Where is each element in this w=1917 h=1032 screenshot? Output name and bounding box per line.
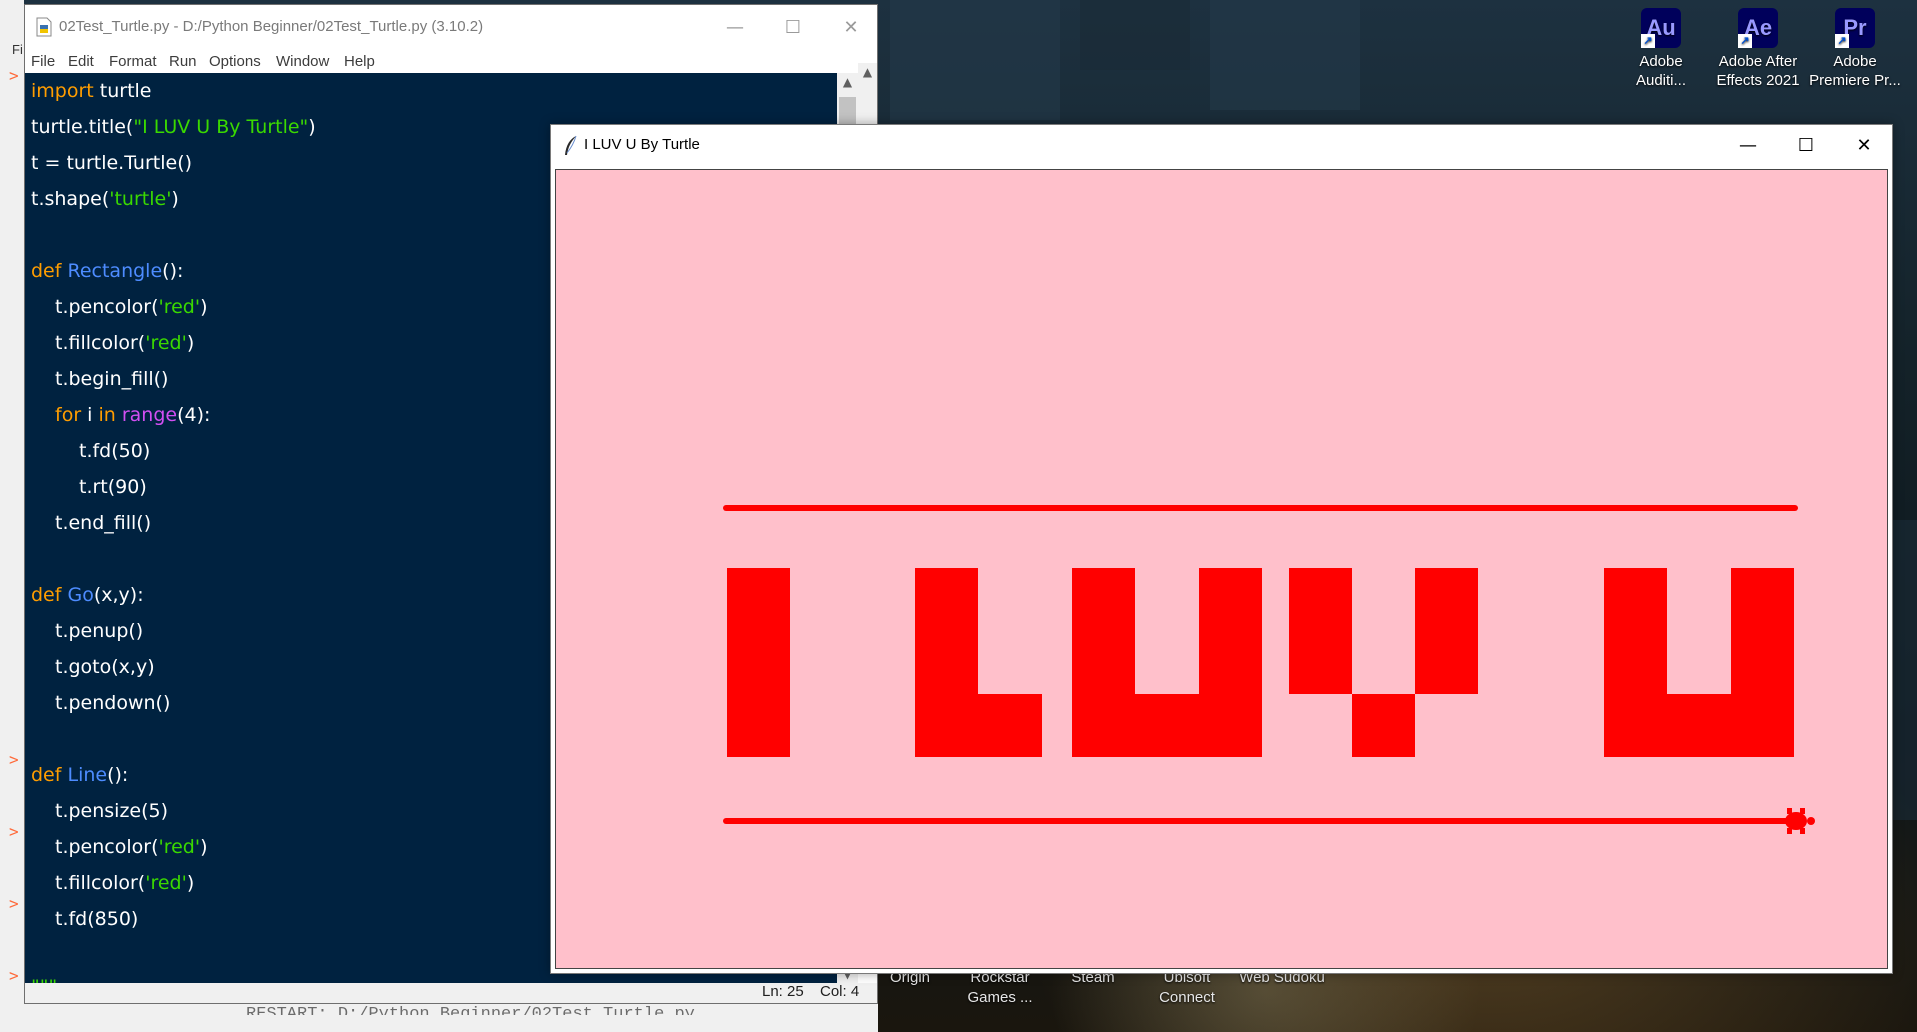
desktop-icon-audition[interactable]: Au ↗ Adobe Auditi... — [1618, 0, 1704, 90]
code-line: t.pencolor('red') — [55, 836, 208, 858]
desktop-icon-label: Effects 2021 — [1716, 72, 1800, 89]
code-line: t.fillcolor('red') — [55, 872, 195, 894]
python-file-icon — [36, 17, 52, 37]
code-line: t.fd(50) — [79, 440, 151, 462]
shortcut-arrow-icon: ↗ — [1641, 34, 1655, 48]
shell-prompt-marker: > — [9, 894, 19, 913]
background-building — [1080, 0, 1190, 70]
letter-u-block — [1135, 694, 1199, 757]
shell-prompt-marker: > — [9, 750, 19, 769]
code-line: t.begin_fill() — [55, 368, 169, 390]
scroll-up-arrow-icon[interactable]: ▲ — [837, 75, 858, 89]
shell-prompt-marker: > — [9, 822, 19, 841]
letter-u-block — [1199, 568, 1262, 757]
letter-u-block — [1604, 568, 1667, 757]
menu-options[interactable]: Options — [209, 53, 261, 70]
premiere-app-icon: Pr ↗ — [1835, 8, 1875, 48]
desktop-icon-label: Auditi... — [1635, 72, 1687, 89]
letter-u-block — [1072, 568, 1135, 757]
turtle-title-bar[interactable]: I LUV U By Turtle — ☐ ✕ — [551, 125, 1892, 167]
editor-title-text: 02Test_Turtle.py - D:/Python Beginner/02… — [59, 18, 484, 35]
menu-run[interactable]: Run — [169, 53, 197, 70]
desktop-icon-premiere[interactable]: Pr ↗ Adobe Premiere Pr... — [1806, 0, 1904, 90]
turtle-cursor-icon — [1779, 808, 1815, 834]
menu-file[interactable]: File — [31, 53, 55, 70]
line-number-indicator: Ln: 25 — [762, 983, 804, 1000]
letter-v-block — [1289, 568, 1352, 694]
shell-window-edge: Fi > > > > > — [0, 0, 24, 1032]
code-line: for i in range(4): — [55, 404, 211, 426]
column-number-indicator: Col: 4 — [820, 983, 860, 1000]
letter-u-block — [1667, 694, 1731, 757]
code-line: t.fillcolor('red') — [55, 332, 195, 354]
desktop-shortcut-ubisoft[interactable]: Ubisoft Connect — [1150, 968, 1224, 1008]
shell-menu-fragment: Fi — [12, 42, 23, 57]
code-line: def Go(x,y): — [31, 584, 144, 606]
shortcut-arrow-icon: ↗ — [1835, 34, 1849, 48]
editor-title-bar[interactable]: 02Test_Turtle.py - D:/Python Beginner/02… — [25, 5, 877, 51]
code-line: t = turtle.Turtle() — [31, 152, 193, 174]
code-line: t.pencolor('red') — [55, 296, 208, 318]
turtle-drawing-canvas[interactable] — [555, 169, 1888, 969]
maximize-button[interactable]: ☐ — [1777, 125, 1835, 167]
desktop-icon-label: Premiere Pr... — [1809, 72, 1901, 89]
desktop-icon-after-effects[interactable]: Ae ↗ Adobe After Effects 2021 — [1713, 0, 1803, 90]
code-line: t.pensize(5) — [55, 800, 169, 822]
menu-window[interactable]: Window — [276, 53, 329, 70]
code-line: t.pendown() — [55, 692, 171, 714]
code-line: t.penup() — [55, 620, 144, 642]
desktop-icon-label: Adobe After — [1718, 53, 1798, 70]
tk-feather-icon — [565, 135, 577, 155]
after-effects-app-icon: Ae ↗ — [1738, 8, 1778, 48]
editor-status-bar: Ln: 25 Col: 4 — [25, 983, 877, 1003]
code-line: turtle.title("I LUV U By Turtle") — [31, 116, 316, 138]
menu-help[interactable]: Help — [344, 53, 375, 70]
turtle-graphics-window[interactable]: I LUV U By Turtle — ☐ ✕ — [550, 124, 1893, 974]
editor-menu-bar: File Edit Format Run Options Window Help — [25, 51, 877, 73]
background-building — [890, 0, 1060, 120]
code-line: def Rectangle(): — [31, 260, 184, 282]
code-line: t.rt(90) — [79, 476, 147, 498]
code-line: t.fd(850) — [55, 908, 139, 930]
letter-u-block — [1731, 568, 1794, 757]
shortcut-arrow-icon: ↗ — [1738, 34, 1752, 48]
shell-prompt-marker: > — [9, 66, 19, 85]
close-button[interactable]: ✕ — [1835, 125, 1893, 167]
desktop-icon-label: Adobe — [1833, 53, 1877, 70]
scroll-up-arrow-icon[interactable]: ▲ — [858, 65, 877, 79]
code-line: import turtle — [31, 80, 152, 102]
desktop-shortcut-rockstar[interactable]: Rockstar Games ... — [960, 968, 1040, 1008]
desktop-icon-label: Adobe — [1639, 53, 1683, 70]
code-line: t.shape('turtle') — [31, 188, 179, 210]
menu-edit[interactable]: Edit — [68, 53, 94, 70]
letter-v-block — [1415, 568, 1478, 694]
letter-l-block — [978, 694, 1042, 757]
minimize-button[interactable]: — — [706, 5, 764, 51]
letter-v-block — [1352, 694, 1415, 757]
shell-prompt-marker: > — [9, 966, 19, 985]
letter-i-block — [727, 568, 790, 757]
code-line: """ — [31, 969, 57, 983]
background-building — [1893, 520, 1917, 820]
minimize-button[interactable]: — — [1719, 125, 1777, 167]
code-line: t.end_fill() — [55, 512, 152, 534]
letter-l-block — [915, 568, 978, 757]
background-building — [1210, 0, 1360, 110]
turtle-title-text: I LUV U By Turtle — [584, 136, 700, 153]
audition-app-icon: Au ↗ — [1641, 8, 1681, 48]
menu-format[interactable]: Format — [109, 53, 157, 70]
turtle-drawing — [723, 505, 1815, 834]
close-button[interactable]: ✕ — [822, 5, 880, 51]
code-line: t.goto(x,y) — [55, 656, 155, 678]
maximize-button[interactable]: ☐ — [764, 5, 822, 51]
code-line: def Line(): — [31, 764, 129, 786]
